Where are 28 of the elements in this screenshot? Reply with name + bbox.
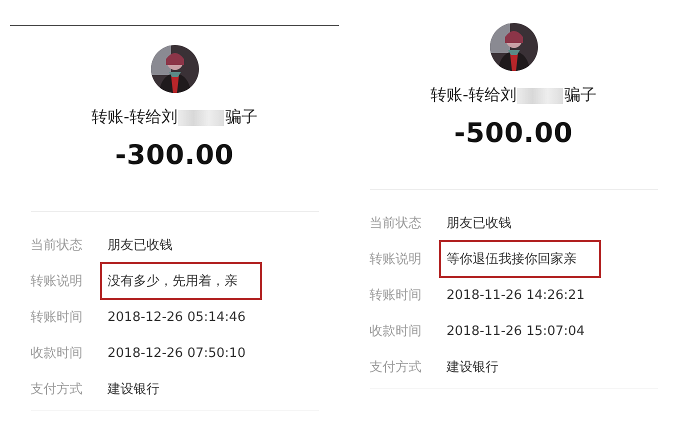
field-label: 转账时间 [30,309,84,326]
transfer-title-end: 骗子 [564,85,596,106]
field-value: 2018-11-26 15:07:04 [446,322,586,340]
field-value: 2018-12-26 07:50:10 [106,344,247,362]
field-value: 建设银行 [446,359,500,377]
blurred-name [178,110,224,126]
field-value: 2018-12-26 05:14:46 [106,308,247,326]
field-label: 当前状态 [370,215,423,232]
field-value: 朋友已收钱 [106,237,174,255]
field-label: 收款时间 [370,323,423,340]
field-value: 等你退伍我接你回家亲 [438,240,601,278]
field-label: 转账时间 [370,287,423,304]
amount: -500.00 [454,118,573,149]
field-label: 转账说明 [370,251,423,268]
field-value: 朋友已收钱 [446,215,513,233]
field-label: 当前状态 [30,237,84,254]
field-label: 转账说明 [30,273,84,290]
transfer-title: 转账-转给刘 [92,107,178,128]
field-value: 没有多少，先用着，亲 [100,262,262,300]
field-label: 支付方式 [30,381,84,398]
field-label: 收款时间 [30,345,84,362]
amount: -300.00 [115,140,234,171]
field-value: 2018-11-26 14:26:21 [446,286,586,304]
transfer-title-end: 骗子 [225,107,258,128]
blurred-name [517,88,564,104]
transfer-title: 转账-转给刘 [430,85,516,106]
field-value: 建设银行 [106,381,161,399]
field-label: 支付方式 [370,359,423,376]
